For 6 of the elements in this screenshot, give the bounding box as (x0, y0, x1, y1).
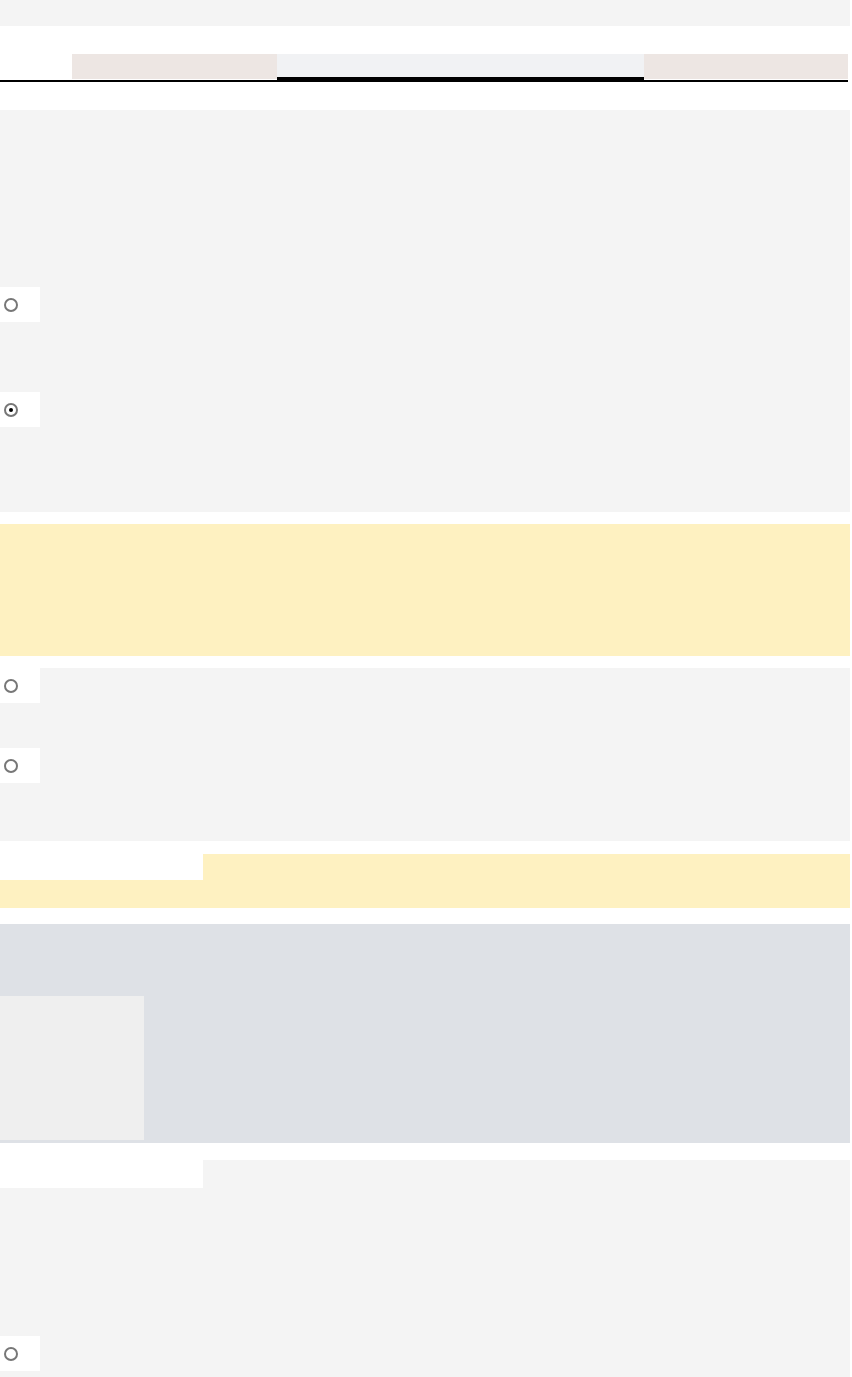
tab[interactable] (277, 54, 644, 80)
radio-button[interactable] (4, 678, 18, 693)
radio-button[interactable] (4, 1346, 18, 1361)
radio-button[interactable] (4, 297, 18, 312)
radio-button[interactable] (4, 402, 18, 417)
radio-button[interactable] (4, 758, 18, 773)
